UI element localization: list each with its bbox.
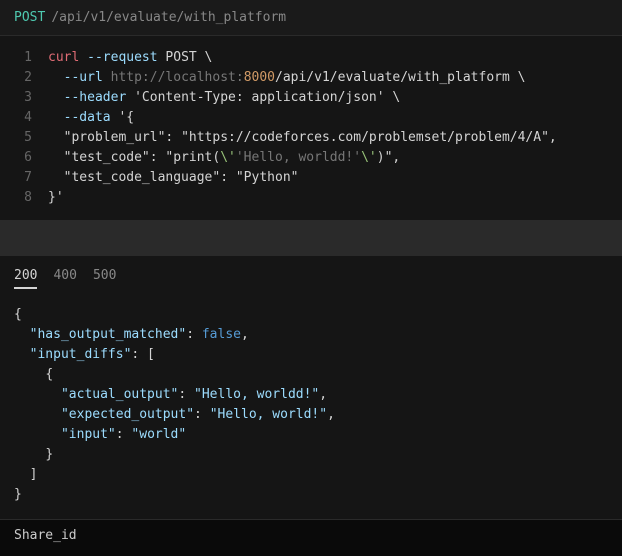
code-line: 6 "test_code": "print(\''Hello, worldd!'… <box>0 148 622 168</box>
line-number: 1 <box>14 48 32 68</box>
line-number: 5 <box>14 128 32 148</box>
curl-code-block: 1 curl --request POST \ 2 --url http://l… <box>0 36 622 220</box>
line-number: 7 <box>14 168 32 188</box>
request-header: POST/api/v1/evaluate/with_platform <box>0 0 622 36</box>
code-line: 7 "test_code_language": "Python" <box>0 168 622 188</box>
line-number: 6 <box>14 148 32 168</box>
response-body: { "has_output_matched": false, "input_di… <box>0 297 622 519</box>
section-divider <box>0 220 622 256</box>
line-number: 4 <box>14 108 32 128</box>
line-number: 8 <box>14 188 32 208</box>
status-tab-200[interactable]: 200 <box>14 268 37 289</box>
http-path: /api/v1/evaluate/with_platform <box>51 10 286 25</box>
code-line: 4 --data '{ <box>0 108 622 128</box>
code-line: 2 --url http://localhost:8000/api/v1/eva… <box>0 68 622 88</box>
footer: Share_id <box>0 519 622 551</box>
line-number: 2 <box>14 68 32 88</box>
code-line: 1 curl --request POST \ <box>0 48 622 68</box>
status-tab-500[interactable]: 500 <box>93 268 116 289</box>
line-number: 3 <box>14 88 32 108</box>
status-tabs: 200 400 500 <box>0 256 622 297</box>
code-line: 3 --header 'Content-Type: application/js… <box>0 88 622 108</box>
code-line: 5 "problem_url": "https://codeforces.com… <box>0 128 622 148</box>
footer-label: Share_id <box>14 528 77 543</box>
http-method: POST <box>14 10 45 25</box>
status-tab-400[interactable]: 400 <box>53 268 76 289</box>
code-line: 8 }' <box>0 188 622 208</box>
